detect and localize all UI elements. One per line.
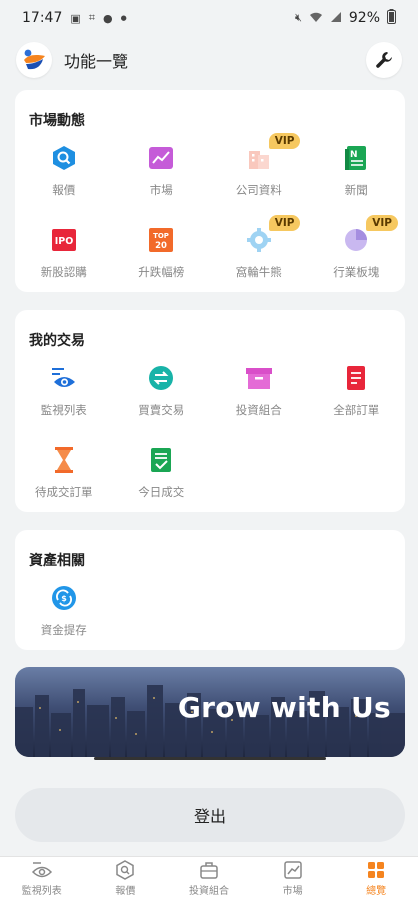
- vip-badge: VIP: [268, 133, 301, 149]
- quote-icon: [116, 860, 135, 880]
- menu-item-fund-transfer[interactable]: $ 資金提存: [15, 582, 113, 664]
- news-icon: N: [342, 144, 370, 172]
- gallery-notification-icon: ▣: [70, 11, 81, 25]
- wifi-icon: [309, 11, 323, 26]
- nav-overview[interactable]: 總覽: [334, 857, 418, 900]
- menu-item-market[interactable]: 市場: [113, 142, 211, 224]
- svg-text:N: N: [350, 150, 358, 160]
- menu-item-label: 新聞: [344, 183, 368, 197]
- menu-item-warrants[interactable]: VIP 窩輪牛熊: [210, 215, 308, 306]
- watchlist-eye-icon: [50, 364, 78, 392]
- menu-item-label: 公司資料: [235, 183, 282, 197]
- quote-search-icon: [50, 144, 78, 172]
- dot-notification-icon: ●: [120, 14, 127, 22]
- nav-label: 投資組合: [188, 886, 229, 897]
- section-title: 資產相關: [29, 553, 85, 569]
- menu-item-today-trades[interactable]: 今日成交: [113, 444, 211, 526]
- menu-item-label: 窩輪牛熊: [235, 265, 282, 279]
- promo-banner[interactable]: Grow with Us: [15, 667, 405, 757]
- eye-icon: [31, 862, 52, 878]
- menu-item-pending-orders[interactable]: 待成交訂單: [15, 444, 113, 526]
- trade-swap-icon: [147, 364, 175, 392]
- page-title: 功能一覽: [64, 52, 129, 71]
- battery-icon: [387, 8, 396, 28]
- top20-icon: TOP 20: [147, 226, 175, 254]
- banner-divider: [94, 757, 326, 760]
- chart-icon: [283, 861, 302, 879]
- menu-item-label: 買賣交易: [138, 403, 185, 417]
- account-notification-icon: ●: [102, 11, 113, 25]
- briefcase-icon: [200, 862, 218, 879]
- logout-button[interactable]: 登出: [15, 788, 405, 842]
- menu-item-label: 全部訂單: [333, 403, 380, 417]
- menu-item-label: 投資組合: [235, 403, 282, 417]
- nav-label: 報價: [115, 886, 136, 897]
- section-title: 市場動態: [29, 113, 85, 129]
- menu-item-quote[interactable]: 報價: [15, 142, 113, 224]
- all-orders-icon: [342, 364, 370, 392]
- bottom-navigation: 監視列表 報價 投資組合 市場 總覽: [0, 856, 418, 900]
- nav-quote[interactable]: 報價: [84, 857, 168, 900]
- menu-item-company-info[interactable]: VIP 公司資料: [210, 133, 308, 224]
- wrench-icon: [376, 52, 392, 68]
- menu-item-top-movers[interactable]: TOP 20 升跌幅榜: [113, 224, 211, 306]
- scan-notification-icon: ⌗: [88, 11, 95, 24]
- svg-text:$: $: [61, 594, 67, 603]
- grid-icon: [368, 862, 385, 878]
- vip-badge: VIP: [366, 215, 398, 231]
- svg-text:TOP: TOP: [153, 232, 169, 240]
- assets-section: 資產相關 $ 資金提存: [15, 530, 405, 650]
- market-chart-icon: [147, 144, 175, 172]
- nav-portfolio[interactable]: 投資組合: [167, 857, 251, 900]
- vip-badge: VIP: [268, 215, 301, 231]
- portfolio-box-icon: [245, 364, 273, 392]
- today-trades-icon: [147, 446, 175, 474]
- menu-item-label: 升跌幅榜: [138, 265, 185, 279]
- menu-item-trade[interactable]: 買賣交易: [113, 362, 211, 444]
- nav-label: 總覽: [366, 886, 387, 897]
- status-bar: 17:47 ▣ ⌗ ● ● 🔇︎ 92%: [0, 0, 418, 36]
- app-header: 功能一覽: [0, 36, 418, 84]
- menu-item-label: 資金提存: [40, 623, 87, 637]
- pending-hourglass-icon: [50, 446, 78, 474]
- svg-text:20: 20: [155, 241, 167, 251]
- menu-item-ipo[interactable]: IPO 新股認購: [15, 224, 113, 306]
- menu-item-label: 新股認購: [40, 265, 87, 279]
- ipo-icon: IPO: [50, 226, 78, 254]
- status-time: 17:47: [22, 10, 63, 26]
- menu-item-all-orders[interactable]: 全部訂單: [308, 362, 406, 444]
- menu-item-label: 今日成交: [138, 485, 185, 499]
- menu-item-label: 報價: [52, 183, 76, 197]
- brand-logo-icon: [24, 49, 45, 70]
- battery-percent: 92%: [348, 10, 380, 26]
- market-section: 市場動態 報價 市場 VIP 公司資料 N 新聞 IPO 新股認購 TOP 20…: [15, 90, 405, 292]
- menu-item-portfolio[interactable]: 投資組合: [210, 362, 308, 444]
- nav-label: 市場: [282, 886, 303, 897]
- menu-item-label: 監視列表: [40, 403, 87, 417]
- nav-watchlist[interactable]: 監視列表: [0, 857, 84, 900]
- signal-icon: [330, 11, 342, 26]
- ipo-text: IPO: [54, 236, 73, 247]
- fund-transfer-icon: $: [50, 584, 78, 612]
- avatar[interactable]: [16, 42, 52, 78]
- menu-item-label: 待成交訂單: [35, 485, 93, 499]
- menu-item-sectors[interactable]: VIP 行業板塊: [308, 215, 406, 306]
- section-title: 我的交易: [29, 333, 85, 349]
- menu-item-label: 行業板塊: [333, 265, 380, 279]
- banner-text: Grow with Us: [177, 691, 391, 724]
- mute-icon: 🔇︎: [294, 11, 302, 24]
- menu-item-label: 市場: [149, 183, 173, 197]
- nav-label: 監視列表: [21, 886, 62, 897]
- settings-button[interactable]: [366, 42, 402, 78]
- menu-item-news[interactable]: N 新聞: [308, 142, 406, 224]
- menu-item-watchlist[interactable]: 監視列表: [15, 362, 113, 444]
- trading-section: 我的交易 監視列表 買賣交易 投資組合 全部訂單 待成交訂單 今日成交: [15, 310, 405, 512]
- nav-market[interactable]: 市場: [251, 857, 335, 900]
